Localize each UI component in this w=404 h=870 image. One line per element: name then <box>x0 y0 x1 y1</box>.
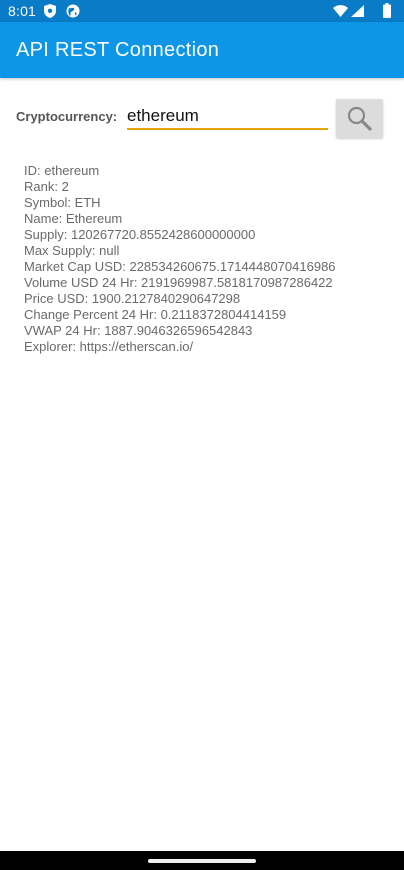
info-vwap: VWAP 24 Hr: 1887.9046326596542843 <box>24 323 253 338</box>
crypto-info: ID: ethereum Rank: 2 Symbol: ETH Name: E… <box>24 163 394 355</box>
signal-icon <box>351 5 364 17</box>
info-change-percent: Change Percent 24 Hr: 0.2118372804414159 <box>24 307 287 322</box>
info-supply: Supply: 120267720.8552428600000000 <box>24 227 256 242</box>
info-name: Name: Ethereum <box>24 211 123 226</box>
page-title: API REST Connection <box>16 39 220 61</box>
wifi-icon <box>333 5 348 17</box>
info-symbol: Symbol: ETH <box>24 195 101 210</box>
shield-icon <box>44 4 56 18</box>
search-button[interactable] <box>336 99 383 138</box>
app-bar: API REST Connection <box>0 22 404 78</box>
home-indicator[interactable] <box>148 859 256 863</box>
search-icon <box>347 106 372 131</box>
info-market-cap: Market Cap USD: 228534260675.17144480704… <box>24 259 336 274</box>
info-price: Price USD: 1900.2127840290647298 <box>24 291 241 306</box>
globe-icon <box>66 4 80 18</box>
status-time: 8:01 <box>8 3 37 19</box>
navigation-bar <box>0 851 404 870</box>
battery-icon <box>383 3 391 18</box>
info-id: ID: ethereum <box>24 163 100 178</box>
info-explorer: Explorer: https://etherscan.io/ <box>24 339 194 354</box>
status-bar: 8:01 <box>0 0 404 22</box>
info-rank: Rank: 2 <box>24 179 69 194</box>
cryptocurrency-input[interactable] <box>127 103 328 130</box>
cryptocurrency-label: Cryptocurrency: <box>16 109 118 124</box>
info-max-supply: Max Supply: null <box>24 243 120 258</box>
info-volume: Volume USD 24 Hr: 2191969987.58181709872… <box>24 275 333 290</box>
